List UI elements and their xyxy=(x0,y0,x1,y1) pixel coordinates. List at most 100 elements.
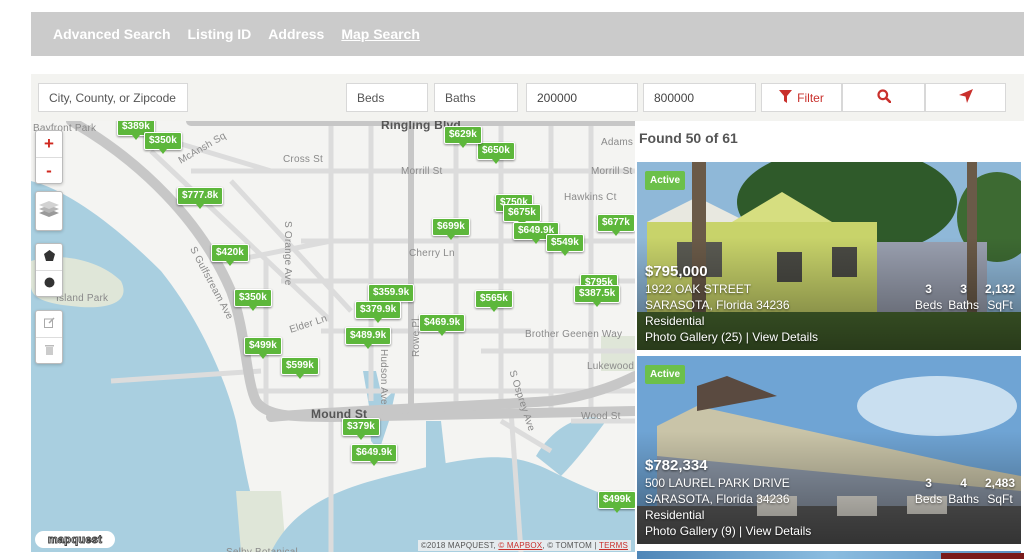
listing-price: $795,000 xyxy=(645,263,708,280)
price-pin[interactable]: $379k xyxy=(342,418,380,440)
price-pin[interactable]: $565k xyxy=(475,290,513,312)
photo-gallery-link[interactable]: Photo Gallery (9) xyxy=(645,524,736,538)
price-pin[interactable]: $677k xyxy=(597,214,635,236)
price-pin[interactable]: $379.9k xyxy=(355,301,402,323)
view-details-link[interactable]: View Details xyxy=(752,330,818,344)
listing-stats: 3 Beds 4 Baths 2,483 SqFt xyxy=(915,475,1015,507)
beds-stat: 3 Beds xyxy=(915,281,942,313)
street-label: Selby Botanical xyxy=(226,547,298,552)
baths-value: 3 xyxy=(960,282,967,296)
baths-value: 4 xyxy=(960,476,967,490)
layers-button[interactable] xyxy=(35,191,63,231)
listing-street: 1922 OAK STREET xyxy=(645,282,752,296)
zoom-out-button[interactable]: - xyxy=(36,157,62,183)
listing-city: SARASOTA, Florida 34236 xyxy=(645,298,790,312)
layers-icon xyxy=(38,199,60,224)
sqft-value: 2,132 xyxy=(984,282,1015,296)
map-view[interactable]: Ringling Blvd Cross St Morrill St Morril… xyxy=(31,121,635,552)
price-pin[interactable]: $359.9k xyxy=(368,284,415,306)
street-label: Hudson Ave xyxy=(378,349,389,405)
price-pin[interactable]: $549k xyxy=(546,234,584,256)
street-label: Morrill St xyxy=(401,166,443,177)
location-field[interactable] xyxy=(38,83,188,112)
price-pin[interactable]: $469.9k xyxy=(419,314,466,336)
search-button[interactable] xyxy=(842,83,925,112)
listing-type: Residential xyxy=(645,508,705,522)
price-pin[interactable]: $499k xyxy=(598,491,635,513)
price-pin[interactable]: $350k xyxy=(234,289,272,311)
beds-label: Beds xyxy=(914,298,943,312)
draw-circle-button[interactable] xyxy=(36,270,62,296)
price-pin[interactable]: $489.9k xyxy=(345,327,392,349)
location-input[interactable] xyxy=(49,90,177,105)
delete-shapes-button[interactable] xyxy=(36,337,62,363)
link-separator: | xyxy=(735,524,746,538)
funnel-icon xyxy=(779,89,793,106)
beds-select[interactable] xyxy=(346,83,428,112)
photo-gallery-link[interactable]: Photo Gallery (25) xyxy=(645,330,742,344)
filter-button[interactable]: Filter xyxy=(761,83,842,112)
price-pin[interactable]: $650k xyxy=(477,142,515,164)
mapbox-link[interactable]: © MAPBOX xyxy=(498,541,542,550)
min-price-input[interactable] xyxy=(537,90,627,105)
beds-input[interactable] xyxy=(357,90,417,105)
street-label: Cross St xyxy=(283,154,323,165)
filter-label: Filter xyxy=(797,90,824,105)
max-price-field[interactable] xyxy=(643,83,756,112)
locate-button[interactable] xyxy=(925,83,1006,112)
street-label: Brother Geenen Way xyxy=(525,329,623,340)
min-price-field[interactable] xyxy=(526,83,638,112)
link-separator: | xyxy=(742,330,753,344)
price-pin[interactable]: $350k xyxy=(144,132,182,154)
zoom-controls: + - xyxy=(35,130,63,184)
sqft-value: 2,483 xyxy=(984,476,1015,490)
beds-label: Beds xyxy=(914,492,943,506)
results-count: Found 50 of 61 xyxy=(639,130,738,146)
listing-info: $795,000 1922 OAK STREET SARASOTA, Flori… xyxy=(645,263,818,345)
price-pin[interactable]: $499k xyxy=(244,337,282,359)
status-badge: Active xyxy=(645,171,686,190)
footer-strip xyxy=(941,553,1024,559)
listing-stats: 3 Beds 3 Baths 2,132 SqFt xyxy=(915,281,1015,313)
street-label: Cherry Ln xyxy=(409,248,455,259)
zoom-in-button[interactable]: + xyxy=(36,131,62,157)
price-pin[interactable]: $629k xyxy=(444,126,482,148)
results-panel: Found 50 of 61 Active $795,000 1922 OAK … xyxy=(635,121,1024,559)
nav-advanced-search[interactable]: Advanced Search xyxy=(53,26,171,42)
street-label: Hawkins Ct xyxy=(564,192,617,203)
street-label: Island Park xyxy=(56,293,109,304)
listing-city: SARASOTA, Florida 34236 xyxy=(645,492,790,506)
nav-address[interactable]: Address xyxy=(268,26,324,42)
nav-listing-id[interactable]: Listing ID xyxy=(188,26,252,42)
price-pin[interactable]: $387.5k xyxy=(574,285,621,307)
price-pin[interactable]: $777.8k xyxy=(177,187,224,209)
mapquest-logo[interactable]: mapquest xyxy=(35,531,115,548)
price-pin[interactable]: $599k xyxy=(281,357,319,379)
street-label: Adams Ln xyxy=(601,137,635,148)
listing-card[interactable]: Active $795,000 1922 OAK STREET SARASOTA… xyxy=(637,162,1021,350)
view-details-link[interactable]: View Details xyxy=(746,524,812,538)
map-search-page: Advanced Search Listing ID Address Map S… xyxy=(0,0,1024,559)
street-label: Morrill St xyxy=(591,166,633,177)
baths-label: Baths xyxy=(948,298,979,312)
terms-link[interactable]: TERMS xyxy=(599,541,628,550)
edit-shapes-button[interactable] xyxy=(36,311,62,337)
listing-card[interactable]: Active $782,334 500 LAUREL PARK DRIVE SA… xyxy=(637,356,1021,544)
status-badge: Active xyxy=(645,365,686,384)
beds-value: 3 xyxy=(925,476,932,490)
street-label: Lukewood xyxy=(587,361,635,372)
location-arrow-icon xyxy=(958,89,973,106)
price-pin[interactable]: $699k xyxy=(432,218,470,240)
listing-price: $782,334 xyxy=(645,457,708,474)
max-price-input[interactable] xyxy=(654,90,745,105)
baths-stat: 3 Baths xyxy=(948,281,979,313)
price-pin[interactable]: $420k xyxy=(211,244,249,266)
draw-polygon-button[interactable] xyxy=(36,244,62,270)
baths-select[interactable] xyxy=(434,83,518,112)
sqft-label: SqFt xyxy=(987,492,1013,506)
edit-icon xyxy=(43,315,55,333)
price-pin[interactable]: $675k xyxy=(503,204,541,226)
baths-input[interactable] xyxy=(445,90,507,105)
nav-map-search[interactable]: Map Search xyxy=(341,26,420,42)
price-pin[interactable]: $649.9k xyxy=(351,444,398,466)
